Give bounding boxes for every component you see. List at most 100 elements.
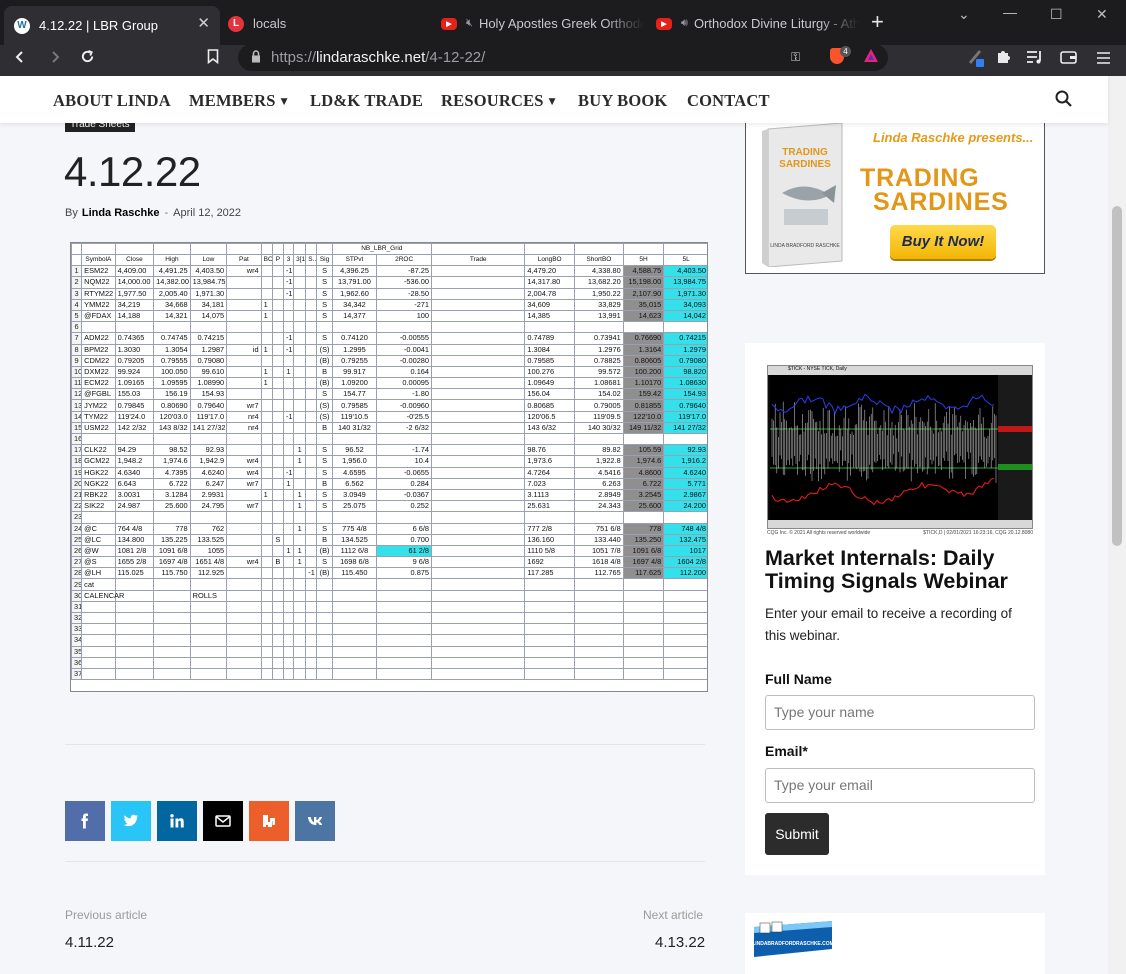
brave-rewards-icon[interactable] — [864, 49, 878, 67]
playlist-icon[interactable] — [1026, 48, 1044, 72]
sheet-cell — [282, 309, 295, 323]
sheet-cell — [271, 477, 284, 490]
maximize-icon[interactable]: ☐ — [1050, 6, 1063, 23]
tab-fade — [604, 8, 644, 39]
sheet-cell — [305, 533, 318, 546]
sheet-cell — [305, 243, 318, 255]
sheet-cell — [260, 645, 273, 658]
trading-sardines-ad[interactable]: TRADING SARDINES LINDA BRADFORD RASCHKE … — [745, 123, 1045, 274]
tab-locals[interactable]: L locals — [226, 8, 426, 39]
search-icon[interactable] — [1055, 90, 1072, 107]
sheet-cell — [282, 321, 295, 334]
sheet-cell — [305, 343, 318, 356]
sheet-row-number: 5 — [71, 309, 83, 323]
back-icon[interactable] — [13, 48, 27, 72]
tab-holy-apostles[interactable]: ▶ 🔇︎ Holy Apostles Greek Orthodox — [439, 8, 644, 39]
sheet-cell: nr4 — [226, 410, 262, 423]
submit-button[interactable]: Submit — [765, 813, 829, 855]
sheet-cell — [71, 243, 83, 255]
full-name-input[interactable]: Type your name — [765, 695, 1035, 730]
new-tab-icon[interactable]: + — [871, 11, 884, 33]
sheet-cell — [189, 623, 228, 636]
sheet-cell — [226, 354, 262, 367]
sheet-cell — [153, 432, 191, 446]
sheet-cell: 0.74215 — [189, 332, 228, 345]
extension-pen-icon[interactable] — [967, 48, 985, 76]
wallet-icon[interactable] — [1060, 48, 1077, 72]
window-close-icon[interactable]: ✕ — [1096, 6, 1108, 23]
lbr-logo-image[interactable]: LINDABRADFORDRASCHKE.COM — [752, 919, 834, 959]
email-input[interactable]: Type your email — [765, 768, 1035, 803]
share-facebook-button[interactable] — [65, 801, 105, 841]
lock-icon[interactable] — [251, 50, 261, 68]
sheet-cell: 0.74789 — [524, 332, 576, 345]
sheet-cell: 4.8600 — [622, 466, 665, 479]
share-twitter-button[interactable] — [111, 801, 151, 841]
close-tab-icon[interactable]: ✕ — [197, 14, 210, 32]
sheet-cell: 1.09165 — [114, 377, 155, 390]
trade-sheet-table: NB_LBR_Grid SymbolA Close High Low Pat BO P 3 3[1… — [71, 243, 707, 681]
nav-members[interactable]: MEMBERS ▼ — [189, 91, 288, 111]
sheet-cell — [622, 667, 665, 681]
nav-buy-book[interactable]: BUY BOOK — [578, 91, 667, 111]
sheet-cell — [305, 354, 318, 367]
nav-contact[interactable]: CONTACT — [687, 91, 770, 111]
sheet-cell: 1604 2/8 — [663, 556, 707, 569]
nav-about-linda[interactable]: ABOUT LINDA — [53, 91, 171, 111]
sheet-cell — [81, 600, 116, 614]
sheet-cell: 4.7395 — [153, 466, 191, 479]
sheet-cell — [271, 388, 284, 401]
tab-search-chevron-icon[interactable]: ⌄ — [958, 6, 970, 23]
sheet-cell — [305, 432, 318, 446]
sheet-cell — [316, 656, 333, 669]
sheet-cell — [260, 477, 273, 490]
svg-text:LINDA BRADFORD RASCHKE: LINDA BRADFORD RASCHKE — [770, 243, 840, 249]
sheet-cell: (S) — [316, 410, 333, 423]
minimize-icon[interactable]: — — [1003, 4, 1017, 20]
sheet-cell: 14,188 — [114, 309, 155, 323]
previous-article-link[interactable]: 4.11.22 — [65, 934, 114, 951]
url-text[interactable]: https://lindaraschke.net/4-12-22/ — [271, 49, 485, 66]
sheet-cell — [260, 276, 273, 289]
next-article-link[interactable]: 4.13.22 — [655, 934, 705, 951]
nav-resources[interactable]: RESOURCES ▼ — [441, 91, 556, 111]
tab-orthodox-liturgy[interactable]: ▶ 🔊︎ Orthodox Divine Liturgy - Ath — [654, 8, 859, 39]
speaker-icon[interactable]: 🔊︎ — [681, 17, 688, 30]
address-bar[interactable]: https://lindaraschke.net/4-12-22/ ⚿ 4 — [238, 44, 888, 71]
forward-icon[interactable] — [48, 48, 62, 72]
sheet-cell — [376, 656, 433, 669]
divider — [65, 861, 705, 862]
sheet-cell — [226, 667, 262, 681]
sheet-cell: -0.00280 — [376, 354, 433, 367]
sheet-cell — [282, 645, 295, 658]
sheet-cell: -271 — [376, 298, 433, 311]
sheet-cell — [663, 511, 707, 524]
muted-speaker-icon[interactable]: 🔇︎ — [466, 17, 473, 30]
buy-it-now-button[interactable]: Buy It Now! — [890, 225, 996, 259]
bookmark-icon[interactable] — [207, 48, 219, 72]
tab-lbr-group[interactable]: W 4.12.22 | LBR Group ✕ — [4, 6, 220, 45]
key-icon[interactable]: ⚿ — [791, 50, 800, 65]
sheet-cell: 0.700 — [376, 533, 433, 546]
nav-ldk-trade[interactable]: LD&K TRADE — [310, 91, 423, 111]
sheet-cell: 2.9867 — [663, 488, 707, 502]
sheet-cell: 762 — [189, 522, 228, 535]
share-mix-button[interactable] — [249, 801, 289, 841]
sheet-cell — [226, 444, 262, 457]
share-email-button[interactable] — [203, 801, 243, 841]
scrollbar-thumb[interactable] — [1112, 206, 1122, 546]
share-linkedin-button[interactable] — [157, 801, 197, 841]
share-vk-button[interactable] — [295, 801, 335, 841]
menu-icon[interactable] — [1097, 48, 1110, 72]
sheet-cell — [431, 600, 526, 614]
author-link[interactable]: Linda Raschke — [82, 207, 160, 219]
sheet-column-header: Low — [189, 253, 228, 267]
page-scrollbar[interactable] — [1108, 76, 1126, 974]
sheet-cell — [431, 343, 526, 356]
sheet-cell: B — [316, 365, 333, 379]
extensions-puzzle-icon[interactable] — [996, 48, 1012, 72]
sheet-cell — [663, 432, 707, 446]
sheet-cell: 1.08681 — [574, 377, 624, 390]
reload-icon[interactable] — [80, 48, 95, 72]
sheet-cell: (S) — [316, 343, 333, 356]
